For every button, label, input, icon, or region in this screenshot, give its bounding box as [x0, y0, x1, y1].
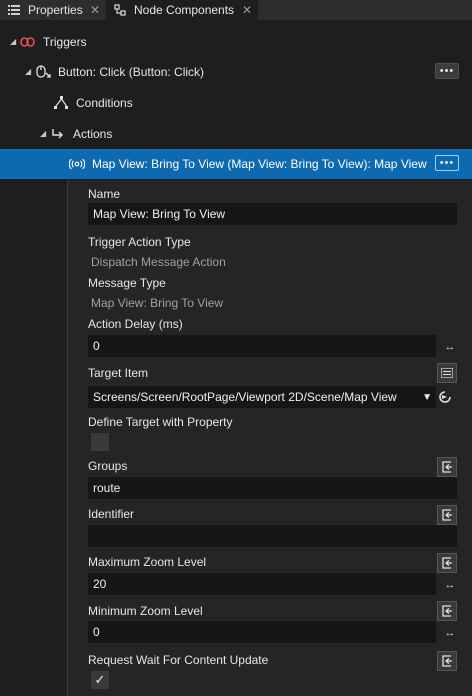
drag-value-icon[interactable]: ↔: [441, 579, 459, 591]
define-target-checkbox[interactable]: [91, 433, 109, 451]
min-zoom-label: Minimum Zoom Level: [88, 604, 203, 618]
bind-property-icon[interactable]: [437, 505, 457, 525]
message-type-value: Map View: Bring To View: [91, 296, 224, 310]
tab-properties[interactable]: Properties ✕: [0, 0, 106, 20]
action-delay-field[interactable]: 0: [88, 335, 436, 357]
groups-field[interactable]: route: [88, 477, 457, 499]
mouse-click-icon: [35, 64, 51, 80]
tree-item-label: Button: Click (Button: Click): [58, 64, 205, 79]
tree-guide-line: [67, 180, 68, 696]
tree-item-button-click[interactable]: ◢ Button: Click (Button: Click): [0, 56, 472, 87]
tree-item-triggers[interactable]: ◢ Triggers: [0, 26, 472, 57]
tree-item-label: Actions: [73, 126, 113, 141]
trigger-action-type-label: Trigger Action Type: [88, 235, 191, 249]
action-delay-label: Action Delay (ms): [88, 317, 183, 331]
max-zoom-label: Maximum Zoom Level: [88, 555, 207, 569]
message-type-label: Message Type: [88, 276, 166, 290]
define-target-label: Define Target with Property: [88, 415, 233, 429]
drag-value-icon[interactable]: ↔: [441, 341, 459, 353]
identifier-label: Identifier: [88, 507, 135, 521]
max-zoom-field[interactable]: 20: [88, 573, 436, 595]
name-label: Name: [88, 187, 121, 201]
tree-item-label: Map View: Bring To View (Map View: Bring…: [92, 157, 427, 171]
checkmark-icon: ✓: [94, 672, 106, 687]
bind-property-icon[interactable]: [437, 553, 457, 573]
tree-item-label: Triggers: [43, 34, 87, 49]
request-wait-label: Request Wait For Content Update: [88, 653, 269, 667]
groups-label: Groups: [88, 459, 128, 473]
more-options-button[interactable]: •••: [435, 63, 459, 79]
trigger-icon: [20, 34, 36, 50]
name-field[interactable]: Map View: Bring To View: [88, 203, 457, 225]
go-to-target-icon[interactable]: [436, 388, 454, 406]
request-wait-checkbox[interactable]: ✓: [91, 671, 109, 689]
min-zoom-field[interactable]: 0: [88, 621, 436, 643]
conditions-icon: [53, 95, 69, 111]
more-options-button[interactable]: •••: [435, 155, 459, 171]
tab-node-components[interactable]: Node Components ✕: [106, 0, 258, 20]
broadcast-icon: [69, 156, 85, 172]
tab-node-components-label: Node Components: [134, 3, 235, 17]
target-item-label: Target Item: [88, 366, 149, 380]
close-icon[interactable]: ✕: [242, 3, 252, 17]
trigger-action-type-value: Dispatch Message Action: [91, 255, 226, 269]
target-item-select[interactable]: Screens/Screen/RootPage/Viewport 2D/Scen…: [88, 386, 436, 408]
expand-triangle-icon[interactable]: ◢: [10, 37, 20, 46]
expand-triangle-icon[interactable]: ◢: [25, 67, 35, 76]
tree-item-label: Conditions: [76, 95, 133, 110]
list-icon: [8, 4, 20, 16]
tree-item-actions[interactable]: ◢ Actions: [0, 118, 472, 149]
bind-property-icon[interactable]: [437, 601, 457, 621]
list-view-icon[interactable]: [437, 363, 457, 383]
tree-item-conditions[interactable]: Conditions: [0, 87, 472, 118]
node-components-icon: [114, 4, 126, 16]
tree-item-map-view-bring-to-view[interactable]: Map View: Bring To View (Map View: Bring…: [0, 149, 472, 179]
bind-property-icon[interactable]: [437, 651, 457, 671]
target-item-value: Screens/Screen/RootPage/Viewport 2D/Scen…: [93, 390, 397, 404]
expand-triangle-icon[interactable]: ◢: [40, 129, 50, 138]
identifier-field[interactable]: [88, 525, 457, 547]
drag-value-icon[interactable]: ↔: [441, 627, 459, 639]
tab-properties-label: Properties: [28, 3, 83, 17]
close-icon[interactable]: ✕: [90, 3, 100, 17]
actions-icon: [50, 126, 66, 142]
bind-property-icon[interactable]: [437, 457, 457, 477]
chevron-down-icon[interactable]: ▼: [422, 392, 432, 403]
